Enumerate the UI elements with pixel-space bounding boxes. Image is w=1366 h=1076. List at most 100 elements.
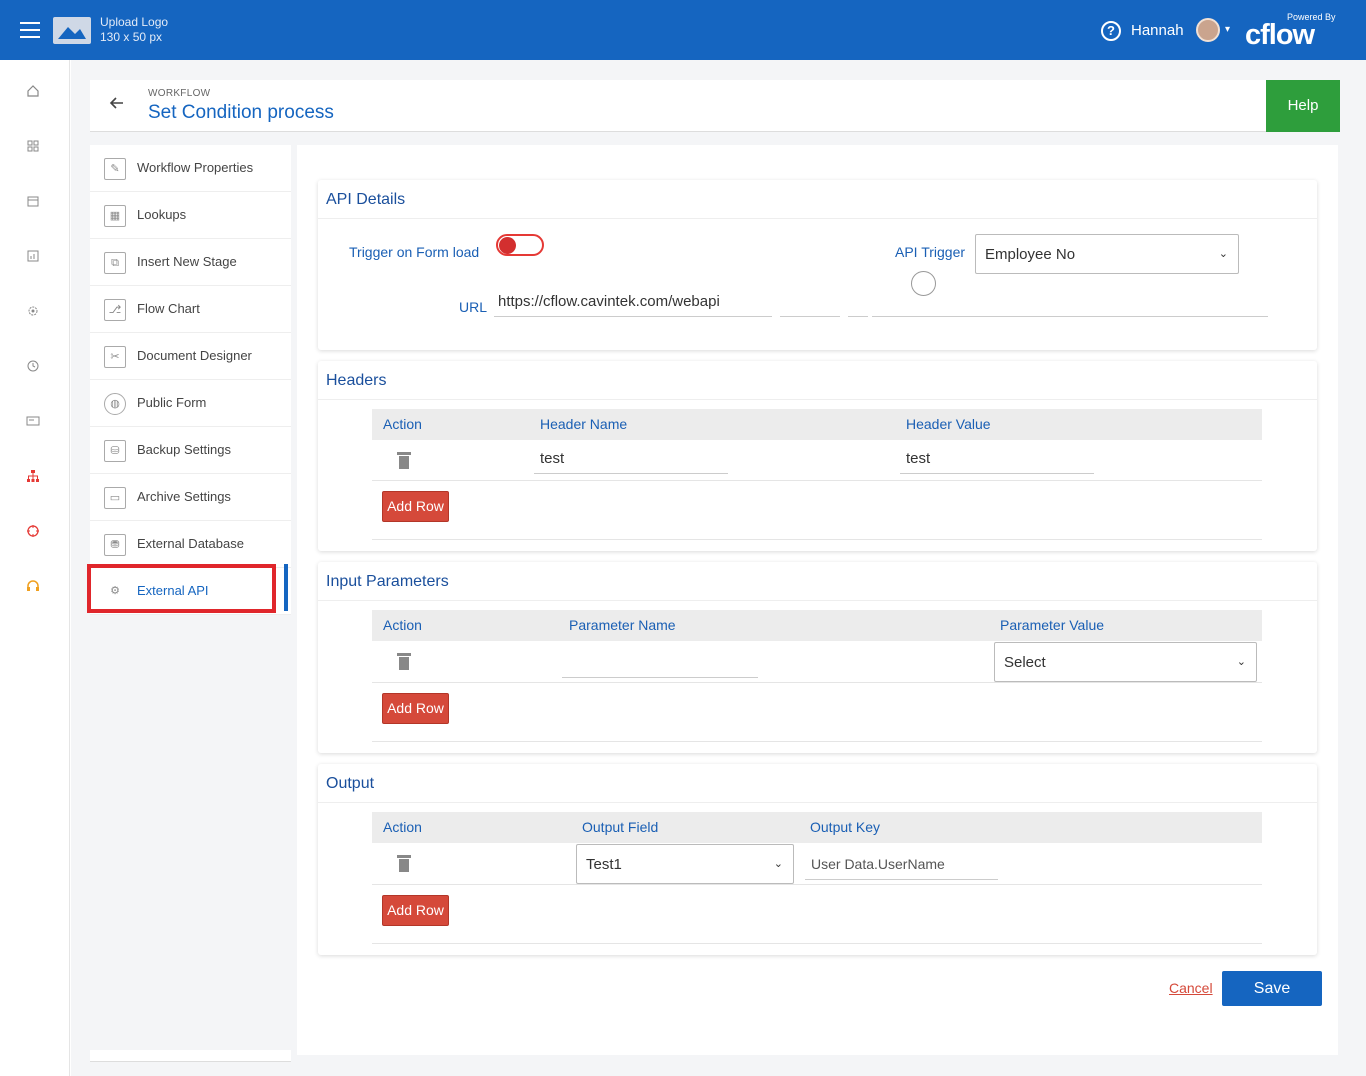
- apps-icon[interactable]: [26, 139, 40, 153]
- chevron-down-icon: ⌄: [1218, 248, 1228, 260]
- row-divider: [372, 741, 1262, 742]
- upload-logo-image-icon[interactable]: [53, 17, 91, 44]
- trash-icon[interactable]: [397, 653, 411, 671]
- upload-logo-line2: 130 x 50 px: [100, 30, 163, 44]
- stage-icon: ⧉: [104, 252, 126, 274]
- user-name[interactable]: Hannah: [1131, 22, 1184, 39]
- menu-item-flow-chart[interactable]: ⎇ Flow Chart: [90, 286, 291, 333]
- target-icon[interactable]: [26, 524, 40, 538]
- row-divider: [372, 682, 1262, 683]
- output-section: Output Action Output Field Output Key Te…: [318, 764, 1317, 955]
- api-details-section: API Details Trigger on Form load API Tri…: [318, 180, 1317, 350]
- menu-item-label: Insert New Stage: [137, 254, 237, 269]
- menu-item-label: Archive Settings: [137, 489, 231, 504]
- divider: [318, 399, 1317, 400]
- menu-item-label: Workflow Properties: [137, 160, 254, 175]
- row-divider: [372, 884, 1262, 885]
- menu-item-public-form[interactable]: ◍ Public Form: [90, 380, 291, 427]
- database-icon: ⛃: [104, 534, 126, 556]
- column-header-action: Action: [383, 617, 422, 633]
- help-button[interactable]: Help: [1266, 80, 1340, 132]
- output-field-selected: Test1: [586, 856, 622, 873]
- column-header-output-field: Output Field: [582, 819, 659, 835]
- support-icon[interactable]: [26, 579, 40, 593]
- headers-section: Headers Action Header Name Header Value …: [318, 361, 1317, 551]
- url-input[interactable]: https://cflow.cavintek.com/webapi: [494, 287, 772, 317]
- save-button[interactable]: Save: [1222, 971, 1322, 1006]
- column-header-header-name: Header Name: [540, 416, 628, 432]
- trigger-on-form-load-toggle[interactable]: [496, 234, 544, 256]
- history-icon[interactable]: [26, 359, 40, 373]
- menu-item-lookups[interactable]: ▦ Lookups: [90, 192, 291, 239]
- avatar[interactable]: [1196, 18, 1220, 42]
- input-parameters-section: Input Parameters Action Parameter Name P…: [318, 562, 1317, 753]
- page-header: WORKFLOW Set Condition process Help: [90, 80, 1340, 132]
- column-header-parameter-name: Parameter Name: [569, 617, 676, 633]
- menu-item-label: Document Designer: [137, 348, 252, 363]
- side-menu-footer: [90, 1050, 291, 1062]
- row-divider: [372, 943, 1262, 944]
- add-row-button[interactable]: Add Row: [382, 693, 449, 724]
- header-name-input[interactable]: test: [534, 444, 728, 474]
- output-key-input[interactable]: User Data.UserName: [805, 850, 998, 880]
- cancel-link[interactable]: Cancel: [1169, 980, 1213, 996]
- settings-icon[interactable]: [26, 304, 40, 318]
- add-row-button[interactable]: Add Row: [382, 895, 449, 926]
- url-input-segment[interactable]: [780, 287, 840, 317]
- menu-item-document-designer[interactable]: ✂ Document Designer: [90, 333, 291, 380]
- page-title: Set Condition process: [148, 102, 334, 123]
- hamburger-menu-icon[interactable]: [20, 22, 40, 38]
- row-divider: [372, 539, 1262, 540]
- trigger-on-form-load-label: Trigger on Form load: [349, 244, 480, 260]
- url-label: URL: [459, 299, 488, 315]
- parameter-name-input[interactable]: [562, 648, 758, 678]
- grid-icon: ▦: [104, 205, 126, 227]
- url-input-segment[interactable]: [872, 287, 1268, 317]
- breadcrumb: WORKFLOW: [148, 88, 211, 99]
- globe-icon: ◍: [104, 393, 126, 415]
- brand-logo: cflow: [1245, 19, 1315, 51]
- parameter-value-select[interactable]: Select ⌄: [994, 642, 1257, 682]
- calendar-icon[interactable]: [26, 194, 40, 208]
- section-title: Output: [326, 775, 375, 792]
- org-icon[interactable]: [26, 469, 40, 483]
- menu-item-backup-settings[interactable]: ⛁ Backup Settings: [90, 427, 291, 474]
- help-circle-icon[interactable]: ?: [1101, 21, 1121, 41]
- menu-item-label: External Database: [137, 536, 244, 551]
- headers-table-header: Action Header Name Header Value: [372, 409, 1262, 440]
- output-field-select[interactable]: Test1 ⌄: [576, 844, 794, 884]
- url-input-segment[interactable]: [848, 287, 868, 317]
- column-header-header-value: Header Value: [906, 416, 991, 432]
- menu-item-workflow-properties[interactable]: ✎ Workflow Properties: [90, 145, 291, 192]
- section-title: API Details: [326, 191, 406, 208]
- upload-logo-text[interactable]: Upload Logo 130 x 50 px: [100, 15, 168, 45]
- api-trigger-label: API Trigger: [895, 244, 966, 260]
- back-arrow-icon[interactable]: [108, 94, 126, 117]
- active-indicator: [284, 564, 288, 611]
- edit-icon: ✎: [104, 158, 126, 180]
- report-icon[interactable]: [26, 249, 40, 263]
- header-value-input[interactable]: test: [900, 444, 1094, 474]
- flowchart-icon: ⎇: [104, 299, 126, 321]
- backup-icon: ⛁: [104, 440, 126, 462]
- home-icon[interactable]: [26, 84, 40, 98]
- chevron-down-icon[interactable]: ▾: [1225, 24, 1230, 35]
- column-header-action: Action: [383, 819, 422, 835]
- trash-icon[interactable]: [397, 855, 411, 873]
- board-icon[interactable]: [26, 414, 40, 428]
- selection-highlight: [87, 564, 276, 613]
- top-bar: Upload Logo 130 x 50 px ? Hannah ▾ Power…: [0, 0, 1366, 60]
- column-header-output-key: Output Key: [810, 819, 881, 835]
- divider: [318, 802, 1317, 803]
- archive-icon: ▭: [104, 487, 126, 509]
- menu-item-external-database[interactable]: ⛃ External Database: [90, 521, 291, 568]
- add-row-button[interactable]: Add Row: [382, 491, 449, 522]
- upload-logo-line1: Upload Logo: [100, 15, 169, 29]
- trash-icon[interactable]: [397, 452, 411, 470]
- workflow-settings-menu: ✎ Workflow Properties ▦ Lookups ⧉ Insert…: [90, 145, 291, 615]
- menu-item-archive-settings[interactable]: ▭ Archive Settings: [90, 474, 291, 521]
- menu-item-insert-new-stage[interactable]: ⧉ Insert New Stage: [90, 239, 291, 286]
- chevron-down-icon: ⌄: [1236, 656, 1246, 668]
- row-divider: [372, 480, 1262, 481]
- api-trigger-select[interactable]: Employee No ⌄: [975, 234, 1239, 274]
